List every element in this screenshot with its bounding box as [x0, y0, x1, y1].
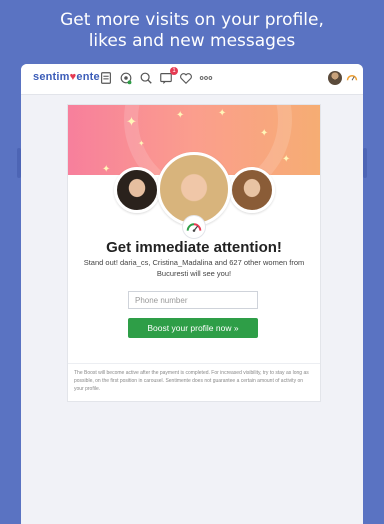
- chat-badge: 1: [170, 67, 178, 75]
- boost-gauge-icon: [182, 215, 206, 239]
- sparkle-icon: ✦: [138, 139, 145, 148]
- tablet-side-button: [363, 148, 367, 178]
- boost-disclaimer: The Boost will become active after the p…: [74, 370, 309, 392]
- sparkle-icon: ✦: [176, 110, 185, 121]
- chat-icon[interactable]: 1: [159, 67, 178, 85]
- camera-icon[interactable]: [119, 71, 133, 85]
- sparkle-icon: ✦: [260, 128, 269, 139]
- sparkle-icon: ✦: [126, 114, 137, 129]
- clipboard-icon[interactable]: [99, 71, 113, 85]
- promo-line-2: likes and new messages: [88, 31, 296, 51]
- promo-banner: Get more visits on your profile, likes a…: [0, 10, 384, 52]
- profile-photo-right: [229, 167, 275, 213]
- boost-subtitle: Stand out! daria_cs, Cristina_Madalina a…: [83, 258, 305, 278]
- search-icon[interactable]: [139, 71, 153, 85]
- boost-profile-button[interactable]: Boost your profile now »: [128, 318, 258, 338]
- promo-line-1: Get more visits on your profile,: [60, 10, 324, 30]
- top-nav-bar: sentim♥ente 1: [21, 64, 363, 95]
- boost-title: Get immediate attention!: [106, 239, 282, 256]
- sparkle-icon: ✦: [218, 108, 227, 119]
- divider: [68, 363, 320, 364]
- gauge-icon[interactable]: [346, 72, 358, 84]
- sparkle-icon: ✦: [102, 164, 111, 175]
- phone-number-input[interactable]: [128, 291, 258, 309]
- sparkle-icon: ✦: [282, 154, 291, 165]
- tablet-screen: sentim♥ente 1 ✦ ✦ ✦ ✦ ✦ ✦ ✦ Get immediat…: [21, 64, 363, 524]
- boost-card: ✦ ✦ ✦ ✦ ✦ ✦ ✦ Get immediate attention! S…: [67, 104, 321, 402]
- heart-icon[interactable]: [179, 71, 193, 85]
- more-icon[interactable]: [199, 71, 213, 85]
- profile-photo-left: [114, 167, 160, 213]
- app-logo[interactable]: sentim♥ente: [33, 71, 100, 83]
- user-avatar[interactable]: [328, 71, 342, 85]
